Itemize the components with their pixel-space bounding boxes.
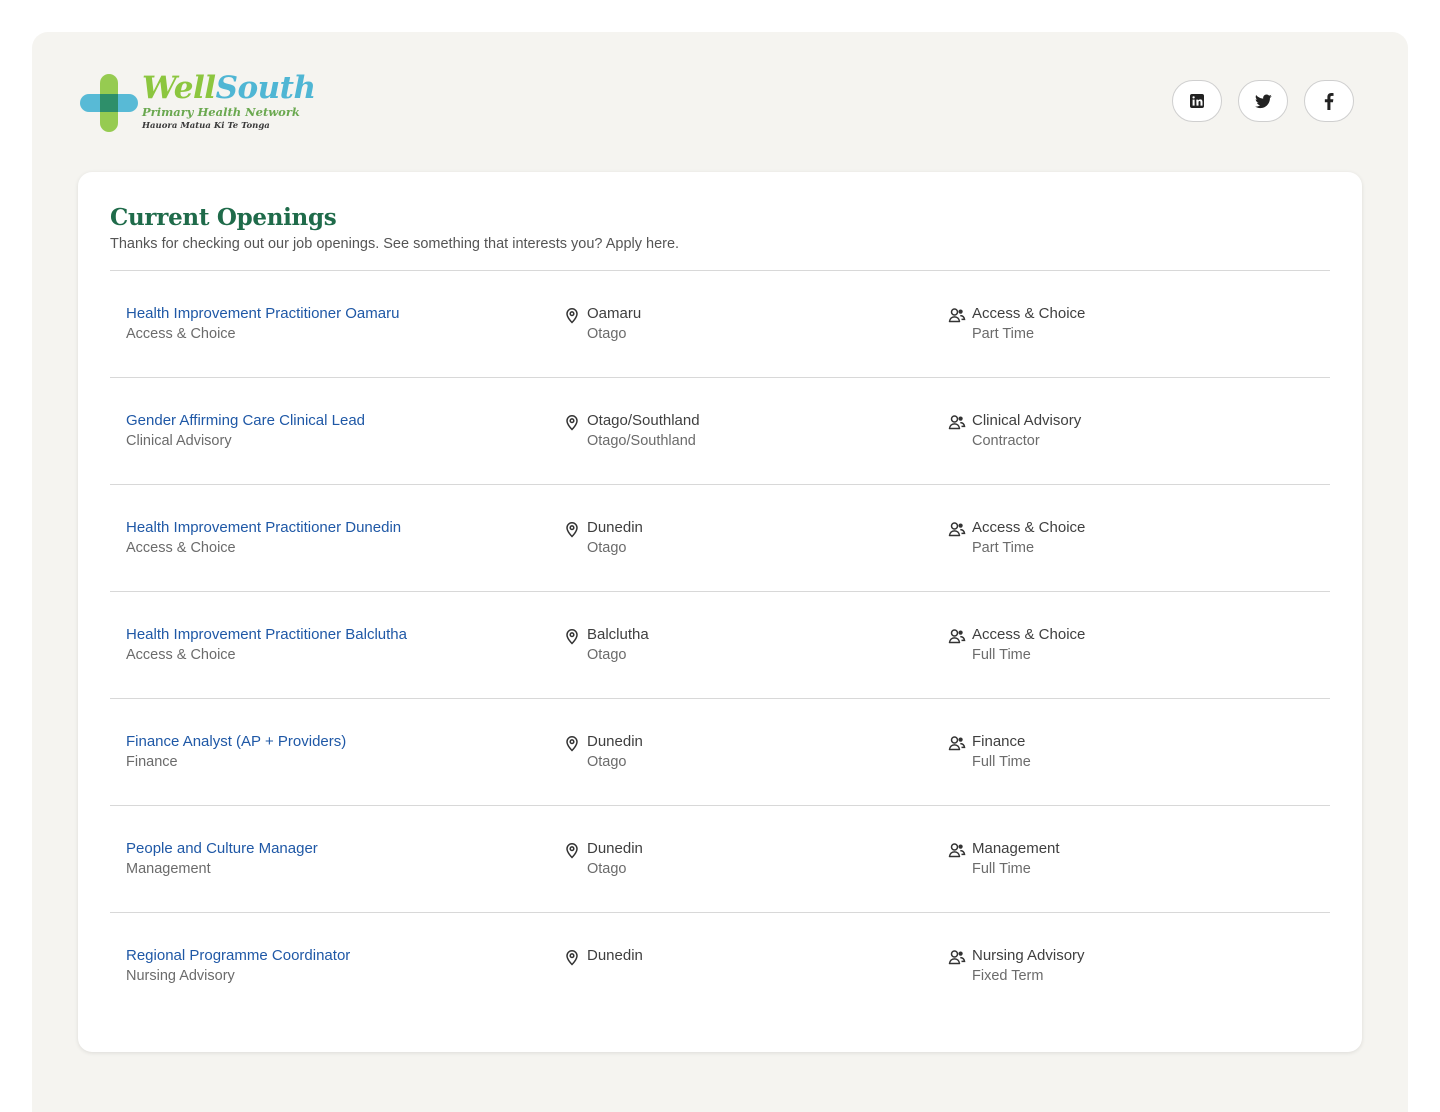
job-region: Otago <box>587 754 627 770</box>
logo-tagline: Hauora Matua Ki Te Tonga <box>142 121 270 131</box>
location-pin-icon <box>566 415 578 431</box>
team-users-icon <box>948 308 966 323</box>
job-row: Finance Analyst (AP + Providers) Finance… <box>110 698 1330 805</box>
job-row: People and Culture Manager Management Du… <box>110 805 1330 912</box>
job-team: Access & Choice <box>972 305 1086 322</box>
job-type: Contractor <box>972 433 1040 449</box>
job-type: Part Time <box>972 540 1035 556</box>
job-title-link[interactable]: Regional Programme Coordinator <box>126 947 350 964</box>
job-team: Nursing Advisory <box>972 947 1085 964</box>
job-team: Access & Choice <box>972 519 1086 536</box>
openings-card: Current Openings Thanks for checking out… <box>78 172 1362 1052</box>
job-type: Full Time <box>972 647 1031 663</box>
job-row: Health Improvement Practitioner Balcluth… <box>110 591 1330 698</box>
job-region: Otago <box>587 861 627 877</box>
medical-cross-icon <box>80 74 138 132</box>
team-users-icon <box>948 415 966 430</box>
team-users-icon <box>948 843 966 858</box>
social-links <box>1172 80 1354 122</box>
job-type: Fixed Term <box>972 968 1044 984</box>
job-title-link[interactable]: Health Improvement Practitioner Dunedin <box>126 519 401 536</box>
wellsouth-logo[interactable]: WellSouth Primary Health Network Hauora … <box>80 70 340 136</box>
job-region: Otago <box>587 540 627 556</box>
job-team: Finance <box>972 733 1026 750</box>
job-region: Otago <box>587 326 627 342</box>
twitter-button[interactable] <box>1238 80 1288 122</box>
job-department: Nursing Advisory <box>126 968 235 984</box>
job-department: Access & Choice <box>126 326 236 342</box>
job-type: Full Time <box>972 861 1031 877</box>
job-department: Finance <box>126 754 178 770</box>
job-type: Full Time <box>972 754 1031 770</box>
job-department: Clinical Advisory <box>126 433 232 449</box>
page-title: Current Openings <box>110 204 337 231</box>
job-department: Management <box>126 861 211 877</box>
job-region: Otago/Southland <box>587 433 696 449</box>
job-team: Access & Choice <box>972 626 1086 643</box>
twitter-icon <box>1254 93 1272 108</box>
logo-subtitle: Primary Health Network <box>142 105 300 119</box>
page-frame: WellSouth Primary Health Network Hauora … <box>32 32 1408 1112</box>
facebook-button[interactable] <box>1304 80 1354 122</box>
job-location: Dunedin <box>587 840 643 857</box>
job-title-link[interactable]: Health Improvement Practitioner Balcluth… <box>126 626 407 643</box>
job-title-link[interactable]: People and Culture Manager <box>126 840 318 857</box>
team-users-icon <box>948 629 966 644</box>
job-department: Access & Choice <box>126 540 236 556</box>
logo-wordmark: WellSouth <box>142 70 316 106</box>
location-pin-icon <box>566 522 578 538</box>
job-location: Dunedin <box>587 519 643 536</box>
facebook-icon <box>1324 92 1334 110</box>
location-pin-icon <box>566 308 578 324</box>
linkedin-button[interactable] <box>1172 80 1222 122</box>
job-row: Health Improvement Practitioner Oamaru A… <box>110 270 1330 377</box>
job-location: Dunedin <box>587 733 643 750</box>
location-pin-icon <box>566 950 578 966</box>
job-department: Access & Choice <box>126 647 236 663</box>
team-users-icon <box>948 736 966 751</box>
job-row: Regional Programme Coordinator Nursing A… <box>110 912 1330 1019</box>
job-row: Gender Affirming Care Clinical Lead Clin… <box>110 377 1330 484</box>
job-row: Health Improvement Practitioner Dunedin … <box>110 484 1330 591</box>
linkedin-icon <box>1190 94 1204 108</box>
job-title-link[interactable]: Finance Analyst (AP + Providers) <box>126 733 346 750</box>
job-location: Balclutha <box>587 626 649 643</box>
team-users-icon <box>948 522 966 537</box>
job-team: Management <box>972 840 1060 857</box>
page-subtitle: Thanks for checking out our job openings… <box>110 236 680 252</box>
job-team: Clinical Advisory <box>972 412 1082 429</box>
job-title-link[interactable]: Gender Affirming Care Clinical Lead <box>126 412 365 429</box>
location-pin-icon <box>566 629 578 645</box>
job-type: Part Time <box>972 326 1035 342</box>
team-users-icon <box>948 950 966 965</box>
location-pin-icon <box>566 843 578 859</box>
job-list: Health Improvement Practitioner Oamaru A… <box>110 270 1330 1019</box>
job-location: Otago/Southland <box>587 412 700 429</box>
job-region: Otago <box>587 647 627 663</box>
job-location: Oamaru <box>587 305 642 322</box>
location-pin-icon <box>566 736 578 752</box>
job-location: Dunedin <box>587 947 643 964</box>
job-title-link[interactable]: Health Improvement Practitioner Oamaru <box>126 305 399 322</box>
